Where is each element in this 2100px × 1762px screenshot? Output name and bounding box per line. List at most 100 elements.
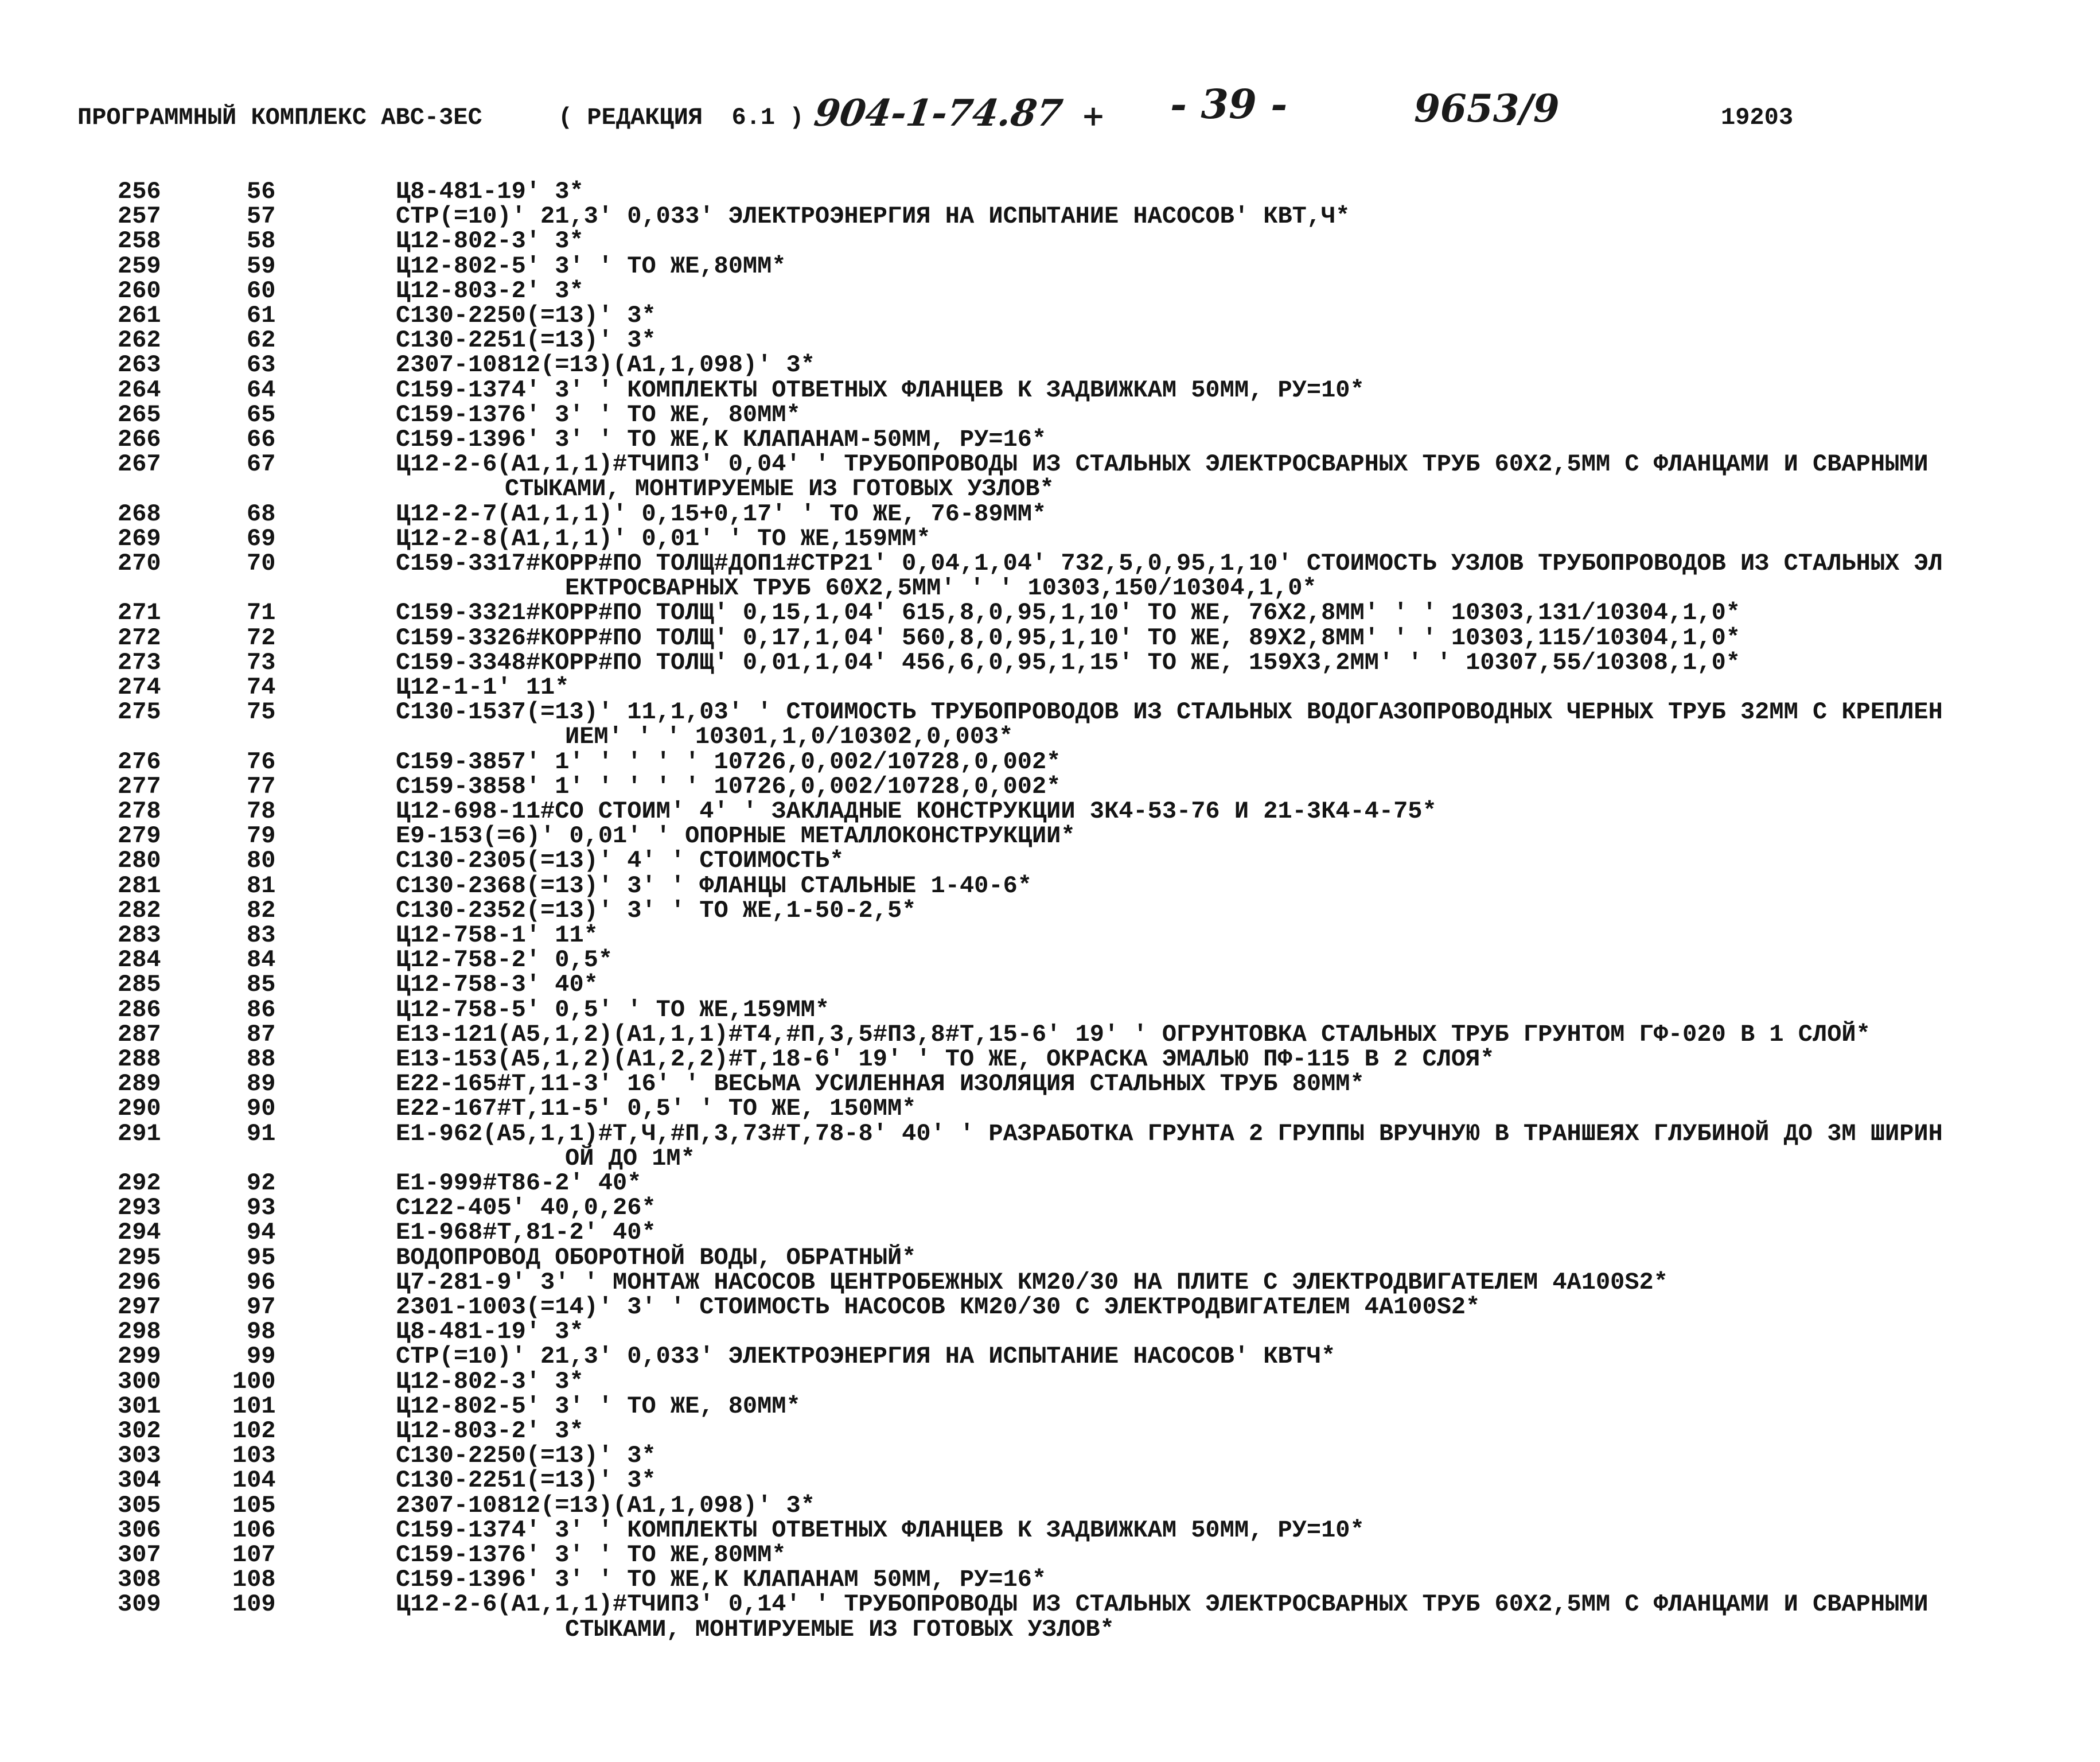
statement-text: Е1-962(А5,1,1)#Т,Ч,#П,3,73#Т,78-8' 40' '… (396, 1119, 1943, 1148)
program-title: ПРОГРАММНЫЙ КОМПЛЕКС АВС-3ЕС (77, 104, 482, 131)
global-line-number: 308 (118, 1566, 161, 1594)
global-line-number: 263 (118, 351, 161, 379)
statement-text: С130-1537(=13)' 11,1,03' ' СТОИМОСТЬ ТРУ… (396, 698, 1943, 726)
local-line-number: 78 (247, 798, 276, 825)
local-line-number: 66 (247, 426, 276, 453)
statement-text: 2307-10812(=13)(А1,1,098)' 3* (396, 1491, 815, 1519)
global-line-number: 265 (118, 400, 161, 429)
global-line-number: 275 (118, 698, 161, 726)
statement-text: С159-3321#КОРР#ПО ТОЛЩ' 0,15,1,04' 615,8… (396, 599, 1740, 627)
global-line-number: 269 (118, 524, 161, 553)
statement-text: Е1-999#Т86-2' 40* (396, 1169, 642, 1197)
statement-text: Ц12-802-3' 3* (396, 227, 584, 255)
local-line-number: 107 (232, 1541, 276, 1569)
local-line-number: 77 (247, 772, 276, 800)
global-line-number: 282 (118, 896, 161, 924)
local-line-number: 99 (247, 1343, 276, 1371)
local-line-number: 87 (247, 1020, 276, 1048)
local-line-number: 62 (247, 326, 276, 355)
statement-text: Ц8-481-19' 3* (396, 1318, 584, 1346)
statement-continuation: СТЫКАМИ, МОНТИРУЕМЫЕ ИЗ ГОТОВЫХ УЗЛОВ* (565, 1615, 1115, 1643)
global-line-number: 289 (118, 1070, 161, 1098)
local-line-number: 71 (247, 599, 276, 627)
global-line-number: 298 (118, 1318, 161, 1346)
statement-text: С159-3858' 1' ' ' ' ' 10726,0,002/10728,… (396, 772, 1061, 800)
statement-text: Ц12-802-3' 3* (396, 1367, 584, 1395)
handwritten-project-code: 904-1-74.87 (811, 92, 1065, 135)
global-line-number: 280 (118, 847, 161, 875)
statement-text: СТР(=10)' 21,3' 0,033' ЭЛЕКТРОЭНЕРГИЯ НА… (396, 1343, 1336, 1371)
local-line-number: 72 (247, 624, 276, 652)
local-line-number: 68 (247, 500, 276, 528)
global-line-number: 281 (118, 872, 161, 900)
statement-text: С159-1376' 3' ' ТО ЖЕ,80ММ* (396, 1541, 786, 1569)
global-line-number: 262 (118, 326, 161, 355)
statement-text: Ц12-2-6(А1,1,1)#ТЧИП3' 0,14' ' ТРУБОПРОВ… (396, 1590, 1928, 1619)
global-line-number: 272 (118, 624, 161, 652)
statement-text: 2307-10812(=13)(А1,1,098)' 3* (396, 351, 815, 379)
statement-text: Ц12-802-5' 3' ' ТО ЖЕ, 80ММ* (396, 1392, 801, 1420)
statement-text: ВОДОПРОВОД ОБОРОТНОЙ ВОДЫ, ОБРАТНЫЙ* (396, 1243, 917, 1271)
local-line-number: 76 (247, 748, 276, 776)
global-line-number: 300 (118, 1367, 161, 1395)
global-line-number: 268 (118, 500, 161, 528)
statement-continuation: ИЕМ' ' ' 10301,1,0/10302,0,003* (565, 723, 1014, 751)
global-line-number: 291 (118, 1119, 161, 1148)
statement-continuation: СТЫКАМИ, МОНТИРУЕМЫЕ ИЗ ГОТОВЫХ УЗЛОВ* (505, 475, 1054, 503)
statement-text: Ц12-2-8(А1,1,1)' 0,01' ' ТО ЖЕ,159ММ* (396, 524, 931, 553)
global-line-number: 256 (118, 178, 161, 205)
global-line-number: 292 (118, 1169, 161, 1197)
local-line-number: 102 (232, 1417, 276, 1445)
statement-continuation: ЕКТРОСВАРНЫХ ТРУБ 60Х2,5ММ' ' ' 10303,15… (565, 574, 1317, 602)
local-line-number: 81 (247, 872, 276, 900)
local-line-number: 93 (247, 1194, 276, 1222)
global-line-number: 266 (118, 426, 161, 453)
local-line-number: 70 (247, 550, 276, 577)
global-line-number: 305 (118, 1491, 161, 1519)
global-line-number: 306 (118, 1516, 161, 1544)
global-line-number: 277 (118, 772, 161, 800)
local-line-number: 96 (247, 1268, 276, 1296)
global-line-number: 303 (118, 1442, 161, 1470)
handwritten-document-number: 9653/9 (1414, 86, 1560, 131)
local-line-number: 103 (232, 1442, 276, 1470)
local-line-number: 73 (247, 648, 276, 676)
statement-text: С159-1376' 3' ' ТО ЖЕ, 80ММ* (396, 400, 801, 429)
statement-text: С130-2352(=13)' 3' ' ТО ЖЕ,1-50-2,5* (396, 896, 917, 924)
local-line-number: 61 (247, 302, 276, 329)
local-line-number: 69 (247, 524, 276, 553)
local-line-number: 60 (247, 277, 276, 305)
statement-text: С159-3857' 1' ' ' ' ' 10726,0,002/10728,… (396, 748, 1061, 776)
global-line-number: 273 (118, 648, 161, 676)
local-line-number: 95 (247, 1243, 276, 1271)
global-line-number: 299 (118, 1343, 161, 1371)
global-line-number: 283 (118, 921, 161, 949)
statement-text: Ц12-2-7(А1,1,1)' 0,15+0,17' ' ТО ЖЕ, 76-… (396, 500, 1047, 528)
global-line-number: 304 (118, 1467, 161, 1495)
statement-text: Е22-167#Т,11-5' 0,5' ' ТО ЖЕ, 150ММ* (396, 1095, 917, 1123)
statement-text: С159-1374' 3' ' КОМПЛЕКТЫ ОТВЕТНЫХ ФЛАНЦ… (396, 376, 1365, 404)
statement-text: Е13-153(А5,1,2)(А1,2,2)#Т,18-6' 19' ' ТО… (396, 1045, 1495, 1073)
statement-text: С122-405' 40,0,26* (396, 1194, 656, 1222)
local-line-number: 92 (247, 1169, 276, 1197)
local-line-number: 94 (247, 1219, 276, 1247)
local-line-number: 101 (232, 1392, 276, 1420)
statement-text: Е1-968#Т,81-2' 40* (396, 1219, 656, 1247)
local-line-number: 67 (247, 450, 276, 479)
local-line-number: 91 (247, 1119, 276, 1148)
statement-text: Ц12-758-5' 0,5' ' ТО ЖЕ,159ММ* (396, 995, 830, 1024)
statement-text: С130-2251(=13)' 3* (396, 326, 656, 355)
global-line-number: 264 (118, 376, 161, 404)
global-line-number: 279 (118, 822, 161, 850)
local-line-number: 86 (247, 995, 276, 1024)
statement-text: С159-1396' 3' ' ТО ЖЕ,К КЛАПАНАМ-50ММ, Р… (396, 426, 1047, 453)
statement-text: С130-2305(=13)' 4' ' СТОИМОСТЬ* (396, 847, 844, 875)
local-line-number: 108 (232, 1566, 276, 1594)
local-line-number: 57 (247, 203, 276, 231)
global-line-number: 290 (118, 1095, 161, 1123)
global-line-number: 278 (118, 798, 161, 825)
global-line-number: 258 (118, 227, 161, 255)
local-line-number: 56 (247, 178, 276, 205)
statement-text: Е9-153(=6)' 0,01' ' ОПОРНЫЕ МЕТАЛЛОКОНСТ… (396, 822, 1076, 850)
edition-label: ( РЕДАКЦИЯ 6.1 ) (558, 104, 804, 131)
